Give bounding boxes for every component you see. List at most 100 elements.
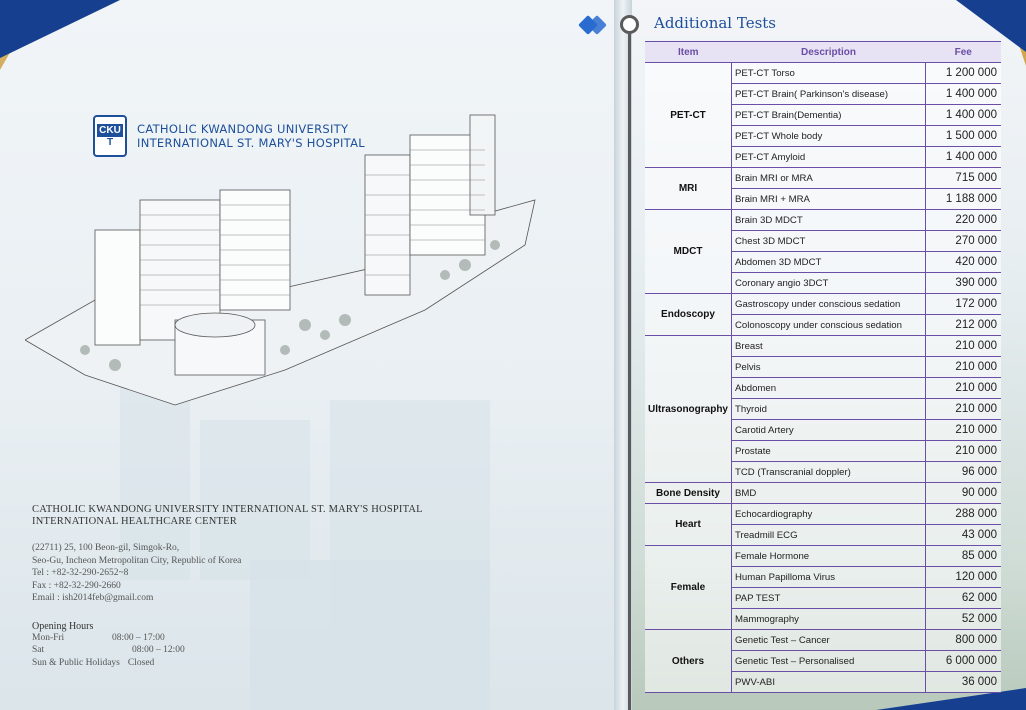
test-description: Pelvis bbox=[731, 356, 926, 378]
test-fee: 62 000 bbox=[925, 587, 1001, 609]
test-fee: 390 000 bbox=[925, 272, 1001, 294]
test-description: Abdomen bbox=[731, 377, 926, 399]
test-description: Genetic Test – Personalised bbox=[731, 650, 926, 672]
timeline-ring-icon bbox=[620, 15, 639, 34]
test-description: Carotid Artery bbox=[731, 419, 926, 441]
test-fee: 1 500 000 bbox=[925, 125, 1001, 147]
test-description: Mammography bbox=[731, 608, 926, 630]
test-fee: 210 000 bbox=[925, 419, 1001, 441]
hours-row: Sat 08:00 – 12:00 bbox=[32, 645, 185, 655]
opening-hours-heading: Opening Hours bbox=[32, 620, 94, 632]
test-description: PAP TEST bbox=[731, 587, 926, 609]
test-description: Brain 3D MDCT bbox=[731, 209, 926, 231]
item-category: Female bbox=[645, 545, 732, 630]
table-row: Female Female Hormone 85 000 bbox=[645, 545, 1001, 630]
test-fee: 288 000 bbox=[925, 503, 1001, 525]
test-fee: 220 000 bbox=[925, 209, 1001, 231]
table-row: Endoscopy Gastroscopy under conscious sed… bbox=[645, 293, 1001, 336]
test-fee: 210 000 bbox=[925, 398, 1001, 420]
test-fee: 210 000 bbox=[925, 377, 1001, 399]
fax: Fax : +82-32-290-2660 bbox=[32, 580, 121, 591]
test-description: Abdomen 3D MDCT bbox=[731, 251, 926, 273]
table-row: Heart Echocardiography 288 000 bbox=[645, 503, 1001, 546]
contact-info: CATHOLIC KWANDONG UNIVERSITY INTERNATION… bbox=[32, 504, 423, 669]
test-description: Brain MRI + MRA bbox=[731, 188, 926, 210]
test-description: PWV-ABI bbox=[731, 671, 926, 693]
item-category: MRI bbox=[645, 167, 732, 210]
hours-row: Mon-Fri 08:00 – 17:00 bbox=[32, 632, 165, 643]
test-fee: 420 000 bbox=[925, 251, 1001, 273]
test-description: PET-CT Brain( Parkinson's disease) bbox=[731, 83, 926, 105]
table-row: MRI Brain MRI or MRA 715 000 bbox=[645, 167, 1001, 210]
test-fee: 270 000 bbox=[925, 230, 1001, 252]
test-fee: 52 000 bbox=[925, 608, 1001, 630]
test-description: Chest 3D MDCT bbox=[731, 230, 926, 252]
hospital-sketch-illustration bbox=[25, 114, 536, 406]
test-fee: 6 000 000 bbox=[925, 650, 1001, 672]
test-fee: 800 000 bbox=[925, 629, 1001, 651]
test-description: Echocardiography bbox=[731, 503, 926, 525]
diamond-icon bbox=[578, 12, 607, 38]
test-description: PET-CT Whole body bbox=[731, 125, 926, 147]
test-description: Female Hormone bbox=[731, 545, 926, 567]
item-category: Ultrasonography bbox=[645, 335, 732, 483]
test-description: Genetic Test – Cancer bbox=[731, 629, 926, 651]
table-header-row: Item Description Fee bbox=[645, 41, 1001, 63]
test-fee: 1 400 000 bbox=[925, 146, 1001, 168]
item-category: Others bbox=[645, 629, 732, 693]
test-fee: 36 000 bbox=[925, 671, 1001, 693]
test-description: Coronary angio 3DCT bbox=[731, 272, 926, 294]
test-description: Gastroscopy under conscious sedation bbox=[731, 293, 926, 315]
test-fee: 1 400 000 bbox=[925, 104, 1001, 126]
test-description: Prostate bbox=[731, 440, 926, 462]
test-fee: 1 188 000 bbox=[925, 188, 1001, 210]
item-category: PET-CT bbox=[645, 62, 732, 168]
test-fee: 1 400 000 bbox=[925, 83, 1001, 105]
test-description: Colonoscopy under conscious sedation bbox=[731, 314, 926, 336]
test-fee: 715 000 bbox=[925, 167, 1001, 189]
test-description: PET-CT Torso bbox=[731, 62, 926, 84]
header-description: Description bbox=[731, 41, 926, 63]
item-category: Bone Density bbox=[645, 482, 732, 504]
test-fee: 172 000 bbox=[925, 293, 1001, 315]
test-description: Thyroid bbox=[731, 398, 926, 420]
test-fee: 43 000 bbox=[925, 524, 1001, 546]
item-category: Endoscopy bbox=[645, 293, 732, 336]
test-fee: 1 200 000 bbox=[925, 62, 1001, 84]
table-row: Bone Density BMD 90 000 bbox=[645, 482, 1001, 504]
item-category: MDCT bbox=[645, 209, 732, 294]
test-fee: 212 000 bbox=[925, 314, 1001, 336]
center-subname: INTERNATIONAL HEALTHCARE CENTER bbox=[32, 516, 237, 527]
header-item: Item bbox=[645, 41, 732, 63]
test-fee: 210 000 bbox=[925, 356, 1001, 378]
corner-accent-blue bbox=[0, 0, 120, 58]
table-row: Ultrasonography Breast 210 000 bbox=[645, 335, 1001, 483]
test-fee: 210 000 bbox=[925, 440, 1001, 462]
test-description: PET-CT Amyloid bbox=[731, 146, 926, 168]
test-fee: 85 000 bbox=[925, 545, 1001, 567]
table-row: Others Genetic Test – Cancer 800 000 bbox=[645, 629, 1001, 693]
test-description: BMD bbox=[731, 482, 926, 504]
test-fee: 96 000 bbox=[925, 461, 1001, 483]
email: Email : ish2014feb@gmail.com bbox=[32, 593, 154, 603]
test-fee: 120 000 bbox=[925, 566, 1001, 588]
timeline-line bbox=[628, 30, 631, 710]
test-description: Human Papilloma Virus bbox=[731, 566, 926, 588]
phone: Tel : +82-32-290-2652~8 bbox=[32, 568, 129, 578]
table-row: MDCT Brain 3D MDCT 220 000 bbox=[645, 209, 1001, 294]
table-row: PET-CT PET-CT Torso 1 200 000 bbox=[645, 62, 1001, 168]
address-block: (22711) 25, 100 Beon-gil, Simgok-Ro, Seo… bbox=[32, 542, 423, 605]
test-fee: 90 000 bbox=[925, 482, 1001, 504]
test-description: Brain MRI or MRA bbox=[731, 167, 926, 189]
hours-row: Sun & Public Holidays Closed bbox=[32, 657, 155, 668]
left-page: CKU T CATHOLIC KWANDONG UNIVERSITY INTER… bbox=[0, 0, 614, 710]
item-category: Heart bbox=[645, 503, 732, 546]
test-description: TCD (Transcranial doppler) bbox=[731, 461, 926, 483]
test-description: Treadmill ECG bbox=[731, 524, 926, 546]
center-name: CATHOLIC KWANDONG UNIVERSITY INTERNATION… bbox=[32, 504, 423, 515]
header-fee: Fee bbox=[925, 41, 1001, 63]
test-description: Breast bbox=[731, 335, 926, 357]
fees-table: Item Description Fee PET-CT PET-CT Torso 1… bbox=[645, 41, 1001, 693]
section-title: Additional Tests bbox=[654, 14, 776, 32]
title-decoration bbox=[578, 12, 607, 38]
